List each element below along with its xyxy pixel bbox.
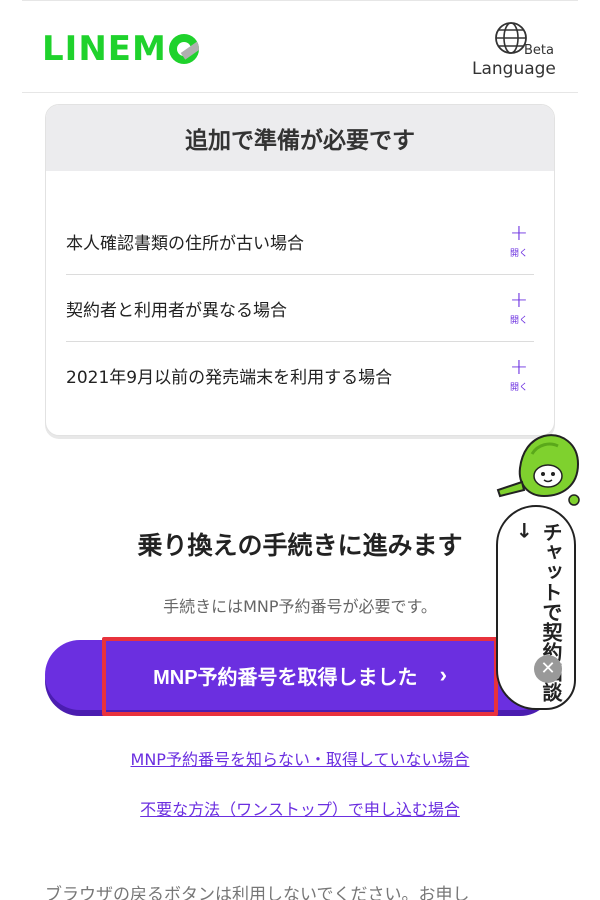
expand-label: 開く bbox=[509, 315, 528, 326]
accordion-label: 2021年9月以前の発売端末を利用する場合 bbox=[66, 368, 393, 388]
plus-icon: + bbox=[509, 220, 529, 246]
plus-icon: + bbox=[509, 287, 529, 313]
chat-label[interactable]: チャットで契約相談→ bbox=[508, 522, 564, 710]
plus-icon: + bbox=[509, 355, 529, 380]
expand-label: 開く bbox=[509, 383, 528, 393]
expand-toggle[interactable]: + 開く bbox=[504, 287, 534, 326]
language-label: Language bbox=[472, 59, 556, 79]
language-button[interactable]: Beta Language bbox=[472, 21, 562, 81]
card-title: 追加で準備が必要です bbox=[46, 105, 554, 171]
accordion-label: 本人確認書類の住所が古い場合 bbox=[66, 233, 304, 254]
no-mnp-number-link[interactable]: MNP予約番号を知らない・取得していない場合 bbox=[0, 746, 600, 770]
onestop-link[interactable]: 不要な方法（ワンストップ）で申し込む場合 bbox=[0, 796, 600, 820]
expand-toggle[interactable]: + 開く bbox=[504, 355, 534, 394]
accordion-item-different-user[interactable]: 契約者と利用者が異なる場合 + 開く bbox=[66, 275, 534, 342]
preparation-card: 追加で準備が必要です 本人確認書類の住所が古い場合 + 開く 契約者と利用者が異… bbox=[45, 104, 555, 436]
beta-badge: Beta bbox=[524, 43, 554, 58]
mnp-obtained-button[interactable]: MNP予約番号を取得しました › bbox=[45, 640, 555, 710]
accordion-label: 契約者と利用者が異なる場合 bbox=[66, 300, 287, 321]
mnp-button-label: MNP予約番号を取得しました bbox=[153, 666, 418, 689]
back-button-warning: ブラウザの戻るボタンは利用しないでください。お申し bbox=[45, 885, 470, 900]
expand-label: 開く bbox=[509, 248, 528, 259]
globe-icon bbox=[495, 22, 527, 54]
linemo-logo[interactable]: LINEM bbox=[42, 29, 199, 69]
chat-widget[interactable]: チャットで契約相談→ ✕ bbox=[488, 430, 600, 710]
accordion-item-old-address[interactable]: 本人確認書類の住所が古い場合 + 開く bbox=[66, 208, 534, 275]
chevron-right-icon: › bbox=[439, 662, 447, 687]
logo-o-mark bbox=[168, 34, 199, 64]
close-icon[interactable]: ✕ bbox=[534, 655, 562, 683]
header: LINEM Beta Language bbox=[22, 0, 578, 93]
accordion-list: 本人確認書類の住所が古い場合 + 開く 契約者と利用者が異なる場合 + 開く 2… bbox=[46, 208, 554, 409]
expand-toggle[interactable]: + 開く bbox=[504, 220, 534, 259]
accordion-item-old-device[interactable]: 2021年9月以前の発売端末を利用する場合 + 開く bbox=[66, 342, 534, 409]
